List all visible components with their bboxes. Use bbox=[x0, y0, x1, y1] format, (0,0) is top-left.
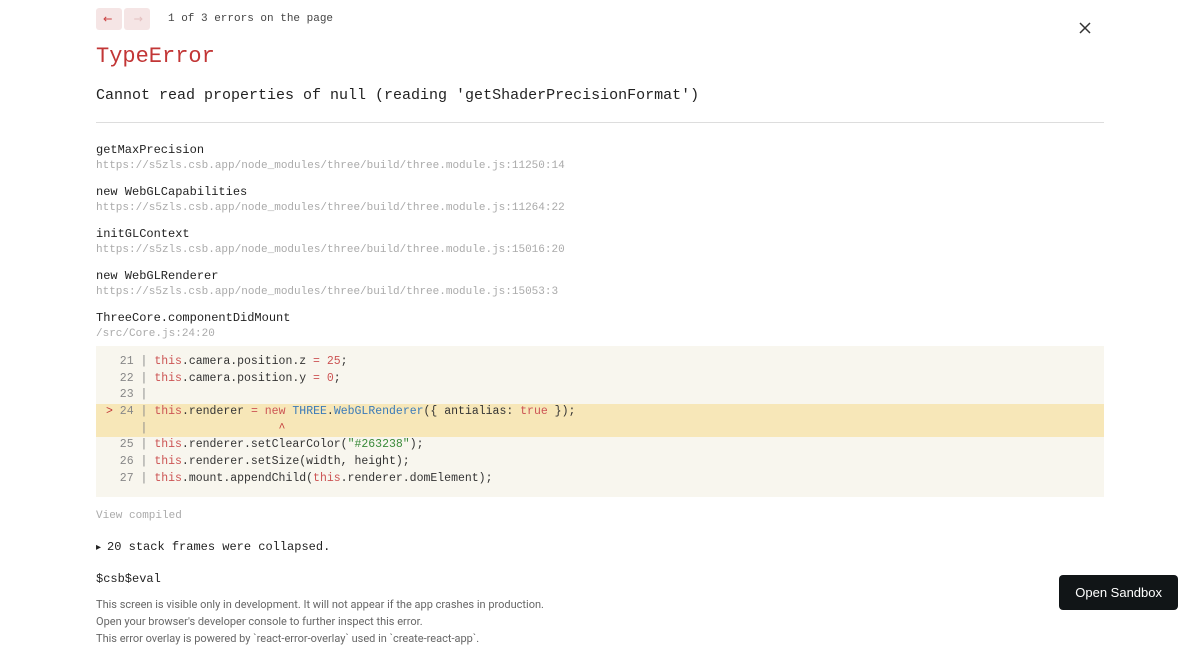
prev-error-button[interactable] bbox=[96, 8, 122, 30]
stack-frame-fn: $csb$eval bbox=[96, 572, 1104, 586]
stack-frame-location[interactable]: https://s5zls.csb.app/node_modules/three… bbox=[96, 160, 1104, 172]
stack-frame-location[interactable]: https://s5zls.csb.app/node_modules/three… bbox=[96, 286, 1104, 298]
arrow-left-icon bbox=[102, 14, 116, 24]
next-error-button[interactable] bbox=[124, 8, 150, 30]
stack-frame-fn: initGLContext bbox=[96, 227, 1104, 241]
stack-frame-fn: ThreeCore.componentDidMount bbox=[96, 311, 1104, 325]
footer-line: This screen is visible only in developme… bbox=[96, 596, 1104, 613]
view-compiled-link[interactable]: View compiled bbox=[96, 510, 1104, 522]
code-snippet: 21 | this.camera.position.z = 25; 22 | t… bbox=[96, 346, 1104, 497]
collapsed-frames-toggle[interactable]: 20 stack frames were collapsed. bbox=[96, 540, 1104, 554]
error-type: TypeError bbox=[96, 44, 1104, 69]
stack-frame: ThreeCore.componentDidMount/src/Core.js:… bbox=[96, 311, 1104, 497]
stack-frame-fn: new WebGLRenderer bbox=[96, 269, 1104, 283]
footer-line: This error overlay is powered by `react-… bbox=[96, 630, 1104, 647]
close-button[interactable] bbox=[1078, 20, 1092, 39]
stack-frame-location[interactable]: https://s5zls.csb.app/node_modules/three… bbox=[96, 202, 1104, 214]
stack-frame-fn: getMaxPrecision bbox=[96, 143, 1104, 157]
error-nav: 1 of 3 errors on the page bbox=[96, 8, 1104, 30]
close-icon bbox=[1078, 21, 1092, 35]
open-sandbox-button[interactable]: Open Sandbox bbox=[1059, 575, 1178, 610]
stack-frame: getMaxPrecision https://s5zls.csb.app/nod… bbox=[96, 143, 1104, 172]
error-message: Cannot read properties of null (reading … bbox=[96, 87, 1104, 104]
stack-frame-fn: new WebGLCapabilities bbox=[96, 185, 1104, 199]
footer-line: Open your browser's developer console to… bbox=[96, 613, 1104, 630]
stack-frame: new WebGLRenderer https://s5zls.csb.app/n… bbox=[96, 269, 1104, 298]
stack-frame: initGLContext https://s5zls.csb.app/node_… bbox=[96, 227, 1104, 256]
stack-frame-location[interactable]: /src/Core.js:24:20 bbox=[96, 328, 1104, 340]
footer-note: This screen is visible only in developme… bbox=[96, 596, 1104, 647]
arrow-right-icon bbox=[130, 14, 144, 24]
divider bbox=[96, 122, 1104, 123]
error-count-text: 1 of 3 errors on the page bbox=[168, 13, 333, 25]
stack-frame-location[interactable]: https://s5zls.csb.app/node_modules/three… bbox=[96, 244, 1104, 256]
stack-frame: new WebGLCapabilities https://s5zls.csb.a… bbox=[96, 185, 1104, 214]
